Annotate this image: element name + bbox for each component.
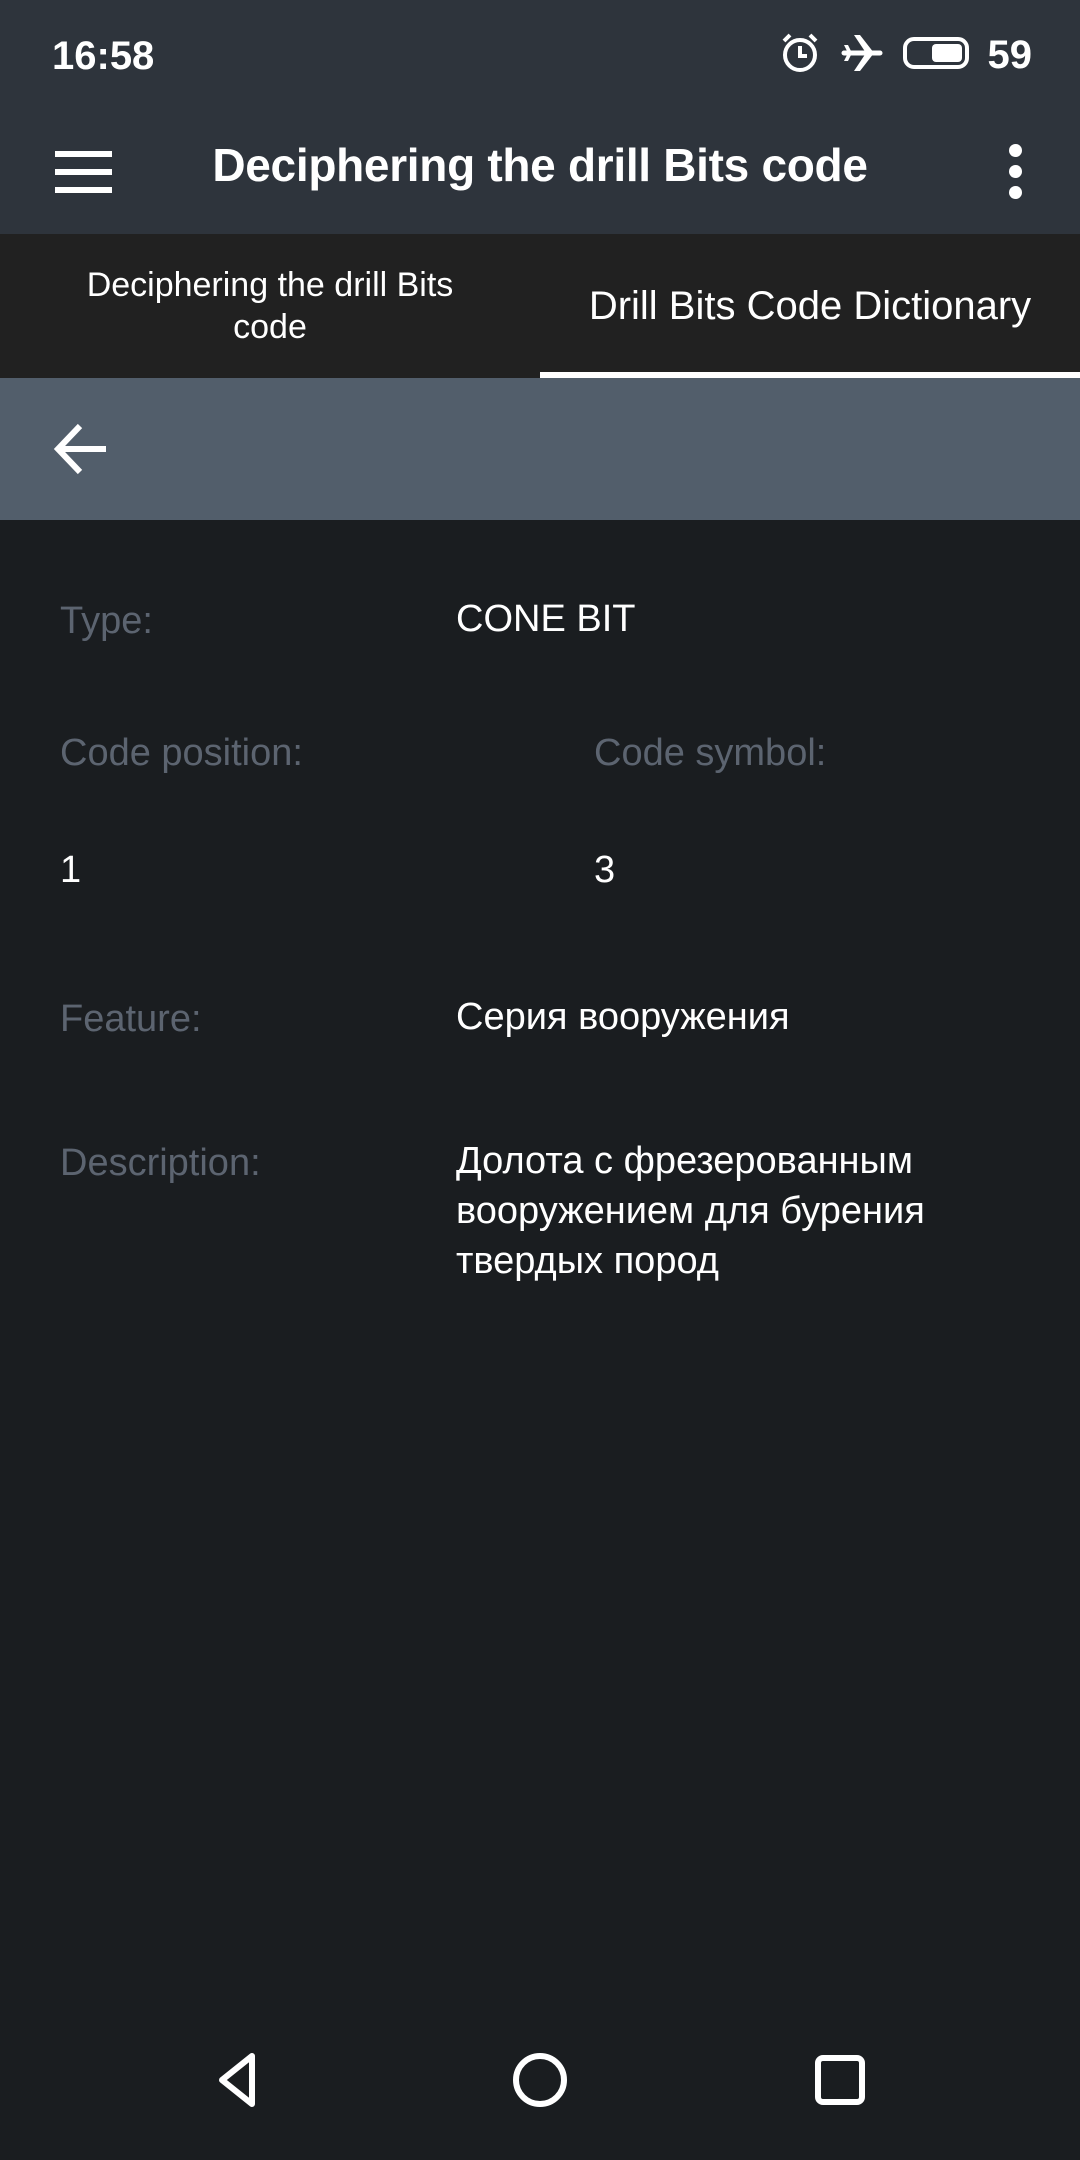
feature-label: Feature: — [60, 998, 202, 1040]
tab-deciphering[interactable]: Deciphering the drill Bits code — [0, 234, 540, 378]
tab-bar: Deciphering the drill Bits code Drill Bi… — [0, 234, 1080, 378]
code-position-value: 1 — [60, 849, 82, 891]
battery-level: 59 — [987, 32, 1033, 77]
type-value: CONE BIT — [456, 598, 636, 640]
code-position-label: Code position: — [60, 732, 303, 774]
tab-dictionary[interactable]: Drill Bits Code Dictionary — [540, 234, 1080, 378]
system-nav-bar — [0, 2000, 1080, 2160]
back-triangle-icon[interactable] — [200, 2040, 280, 2120]
code-symbol-label: Code symbol: — [594, 732, 827, 774]
type-label: Type: — [60, 600, 153, 642]
description-value: Долота с фрезерованным вооружением для б… — [456, 1140, 925, 1282]
app-bar: Deciphering the drill Bits code — [0, 112, 1080, 234]
arrow-back-icon[interactable] — [50, 416, 116, 482]
battery-icon — [902, 36, 970, 75]
recents-square-icon[interactable] — [800, 2040, 880, 2120]
alarm-icon — [778, 31, 822, 80]
app-title: Deciphering the drill Bits code — [212, 139, 868, 191]
status-time: 16:58 — [52, 34, 155, 78]
feature-value: Серия вооружения — [456, 996, 790, 1038]
home-circle-icon[interactable] — [500, 2040, 580, 2120]
more-vert-icon[interactable] — [990, 136, 1040, 206]
detail-toolbar — [0, 378, 1080, 520]
status-bar: 16:58 59 — [0, 0, 1080, 112]
code-symbol-value: 3 — [594, 849, 616, 891]
description-label: Description: — [60, 1142, 261, 1184]
status-icons: 59 — [778, 30, 1033, 80]
airplane-mode-icon — [840, 31, 884, 80]
